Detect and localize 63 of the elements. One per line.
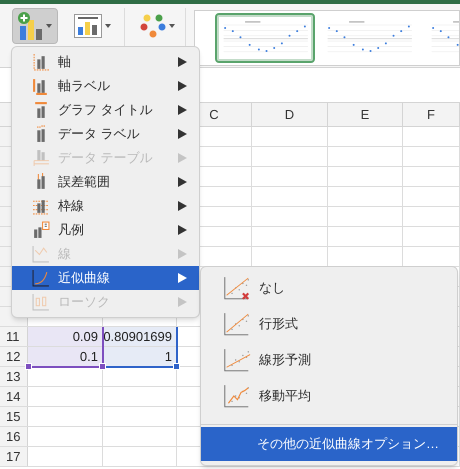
submenu-arrow-icon — [178, 81, 187, 91]
menu-item[interactable]: 凡例 — [12, 218, 199, 242]
line-chart-icon — [32, 245, 50, 263]
column-header[interactable]: C — [209, 104, 219, 124]
menu-item[interactable]: 軸 — [12, 50, 199, 74]
data-table-icon — [32, 149, 50, 167]
up-down-bars-icon — [32, 293, 50, 311]
no-trendline-icon — [223, 274, 251, 302]
more-options-item[interactable]: その他の近似曲線オプション… — [201, 427, 457, 461]
table-cell: 0.09 — [28, 327, 103, 346]
submenu-item[interactable]: 移動平均 — [201, 378, 457, 414]
submenu-arrow-icon — [178, 177, 187, 187]
add-chart-element-button[interactable] — [12, 8, 58, 44]
selection-handle[interactable] — [99, 363, 106, 370]
caret-icon — [168, 24, 174, 28]
caret-icon — [104, 24, 110, 28]
chart-title-icon — [32, 101, 50, 119]
caret-icon — [46, 24, 52, 28]
menu-item[interactable]: 近似曲線 — [12, 266, 199, 290]
menu-item[interactable]: 枠線 — [12, 194, 199, 218]
menu-item[interactable]: 軸ラベル — [12, 74, 199, 98]
submenu-arrow-icon — [178, 153, 187, 163]
legend-icon — [32, 221, 50, 239]
submenu-arrow-icon — [178, 297, 187, 307]
add-chart-icon — [18, 12, 44, 40]
selection-handle[interactable] — [25, 363, 32, 370]
row-header[interactable]: 15 — [0, 407, 28, 426]
color-dots-icon — [140, 13, 166, 39]
submenu-item[interactable]: 行形式 — [201, 306, 457, 342]
menu-item[interactable]: 誤差範囲 — [12, 170, 199, 194]
row-header[interactable]: 13 — [0, 367, 28, 386]
row-header[interactable]: 12 — [0, 347, 28, 366]
submenu-arrow-icon — [178, 225, 187, 235]
submenu-arrow-icon — [178, 273, 187, 283]
selection-handle[interactable] — [173, 363, 180, 370]
submenu-arrow-icon — [178, 201, 187, 211]
menu-item[interactable]: グラフ タイトル — [12, 98, 199, 122]
chart-layout-icon — [74, 14, 102, 38]
submenu-arrow-icon — [178, 129, 187, 139]
menu-item[interactable]: データ ラベル — [12, 122, 199, 146]
row-header[interactable]: 16 — [0, 427, 28, 446]
submenu-item[interactable]: 線形予測 — [201, 342, 457, 378]
gridlines-icon — [32, 197, 50, 215]
column-header[interactable]: F — [427, 104, 435, 124]
chart-style-thumbnail[interactable] — [215, 13, 315, 63]
table-cell: 0.1 — [28, 347, 103, 366]
trendline-icon — [32, 269, 50, 287]
submenu-arrow-icon — [178, 57, 187, 67]
submenu-item[interactable]: なし — [201, 270, 457, 306]
trendline-icon — [223, 346, 251, 374]
trendline-icon — [223, 310, 251, 338]
table-cell: 0.80901699 — [103, 327, 177, 346]
submenu-arrow-icon — [178, 249, 187, 259]
moving-average-icon — [223, 382, 251, 410]
axes-icon — [32, 53, 50, 71]
row-header[interactable]: 17 — [0, 447, 28, 466]
row-header[interactable]: 11 — [0, 327, 28, 346]
axis-titles-icon — [32, 77, 50, 95]
row-header[interactable]: 14 — [0, 387, 28, 406]
table-cell: 1 — [103, 347, 177, 366]
column-header[interactable]: D — [284, 104, 294, 124]
submenu-arrow-icon — [178, 105, 187, 115]
column-header[interactable]: E — [360, 104, 370, 124]
